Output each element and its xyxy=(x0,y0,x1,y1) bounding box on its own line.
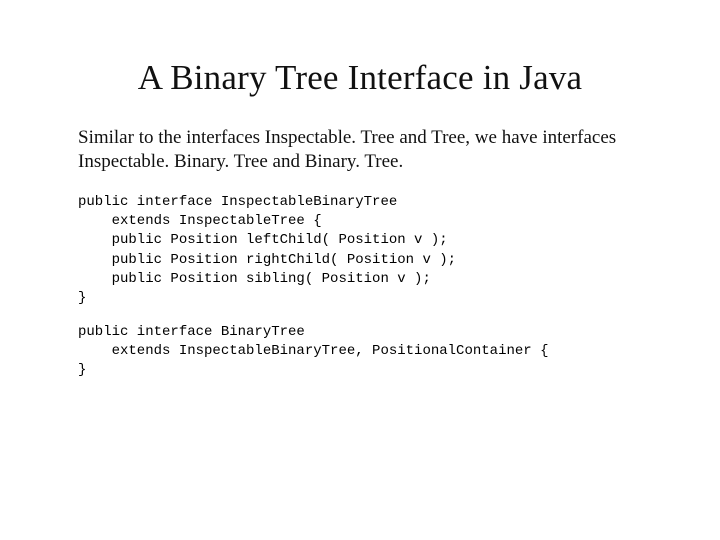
code-block-1: public interface InspectableBinaryTree e… xyxy=(78,193,642,309)
slide-prose: Similar to the interfaces Inspectable. T… xyxy=(78,126,642,175)
slide-title: A Binary Tree Interface in Java xyxy=(78,58,642,98)
code-block-2: public interface BinaryTree extends Insp… xyxy=(78,323,642,381)
slide: A Binary Tree Interface in Java Similar … xyxy=(0,0,720,540)
